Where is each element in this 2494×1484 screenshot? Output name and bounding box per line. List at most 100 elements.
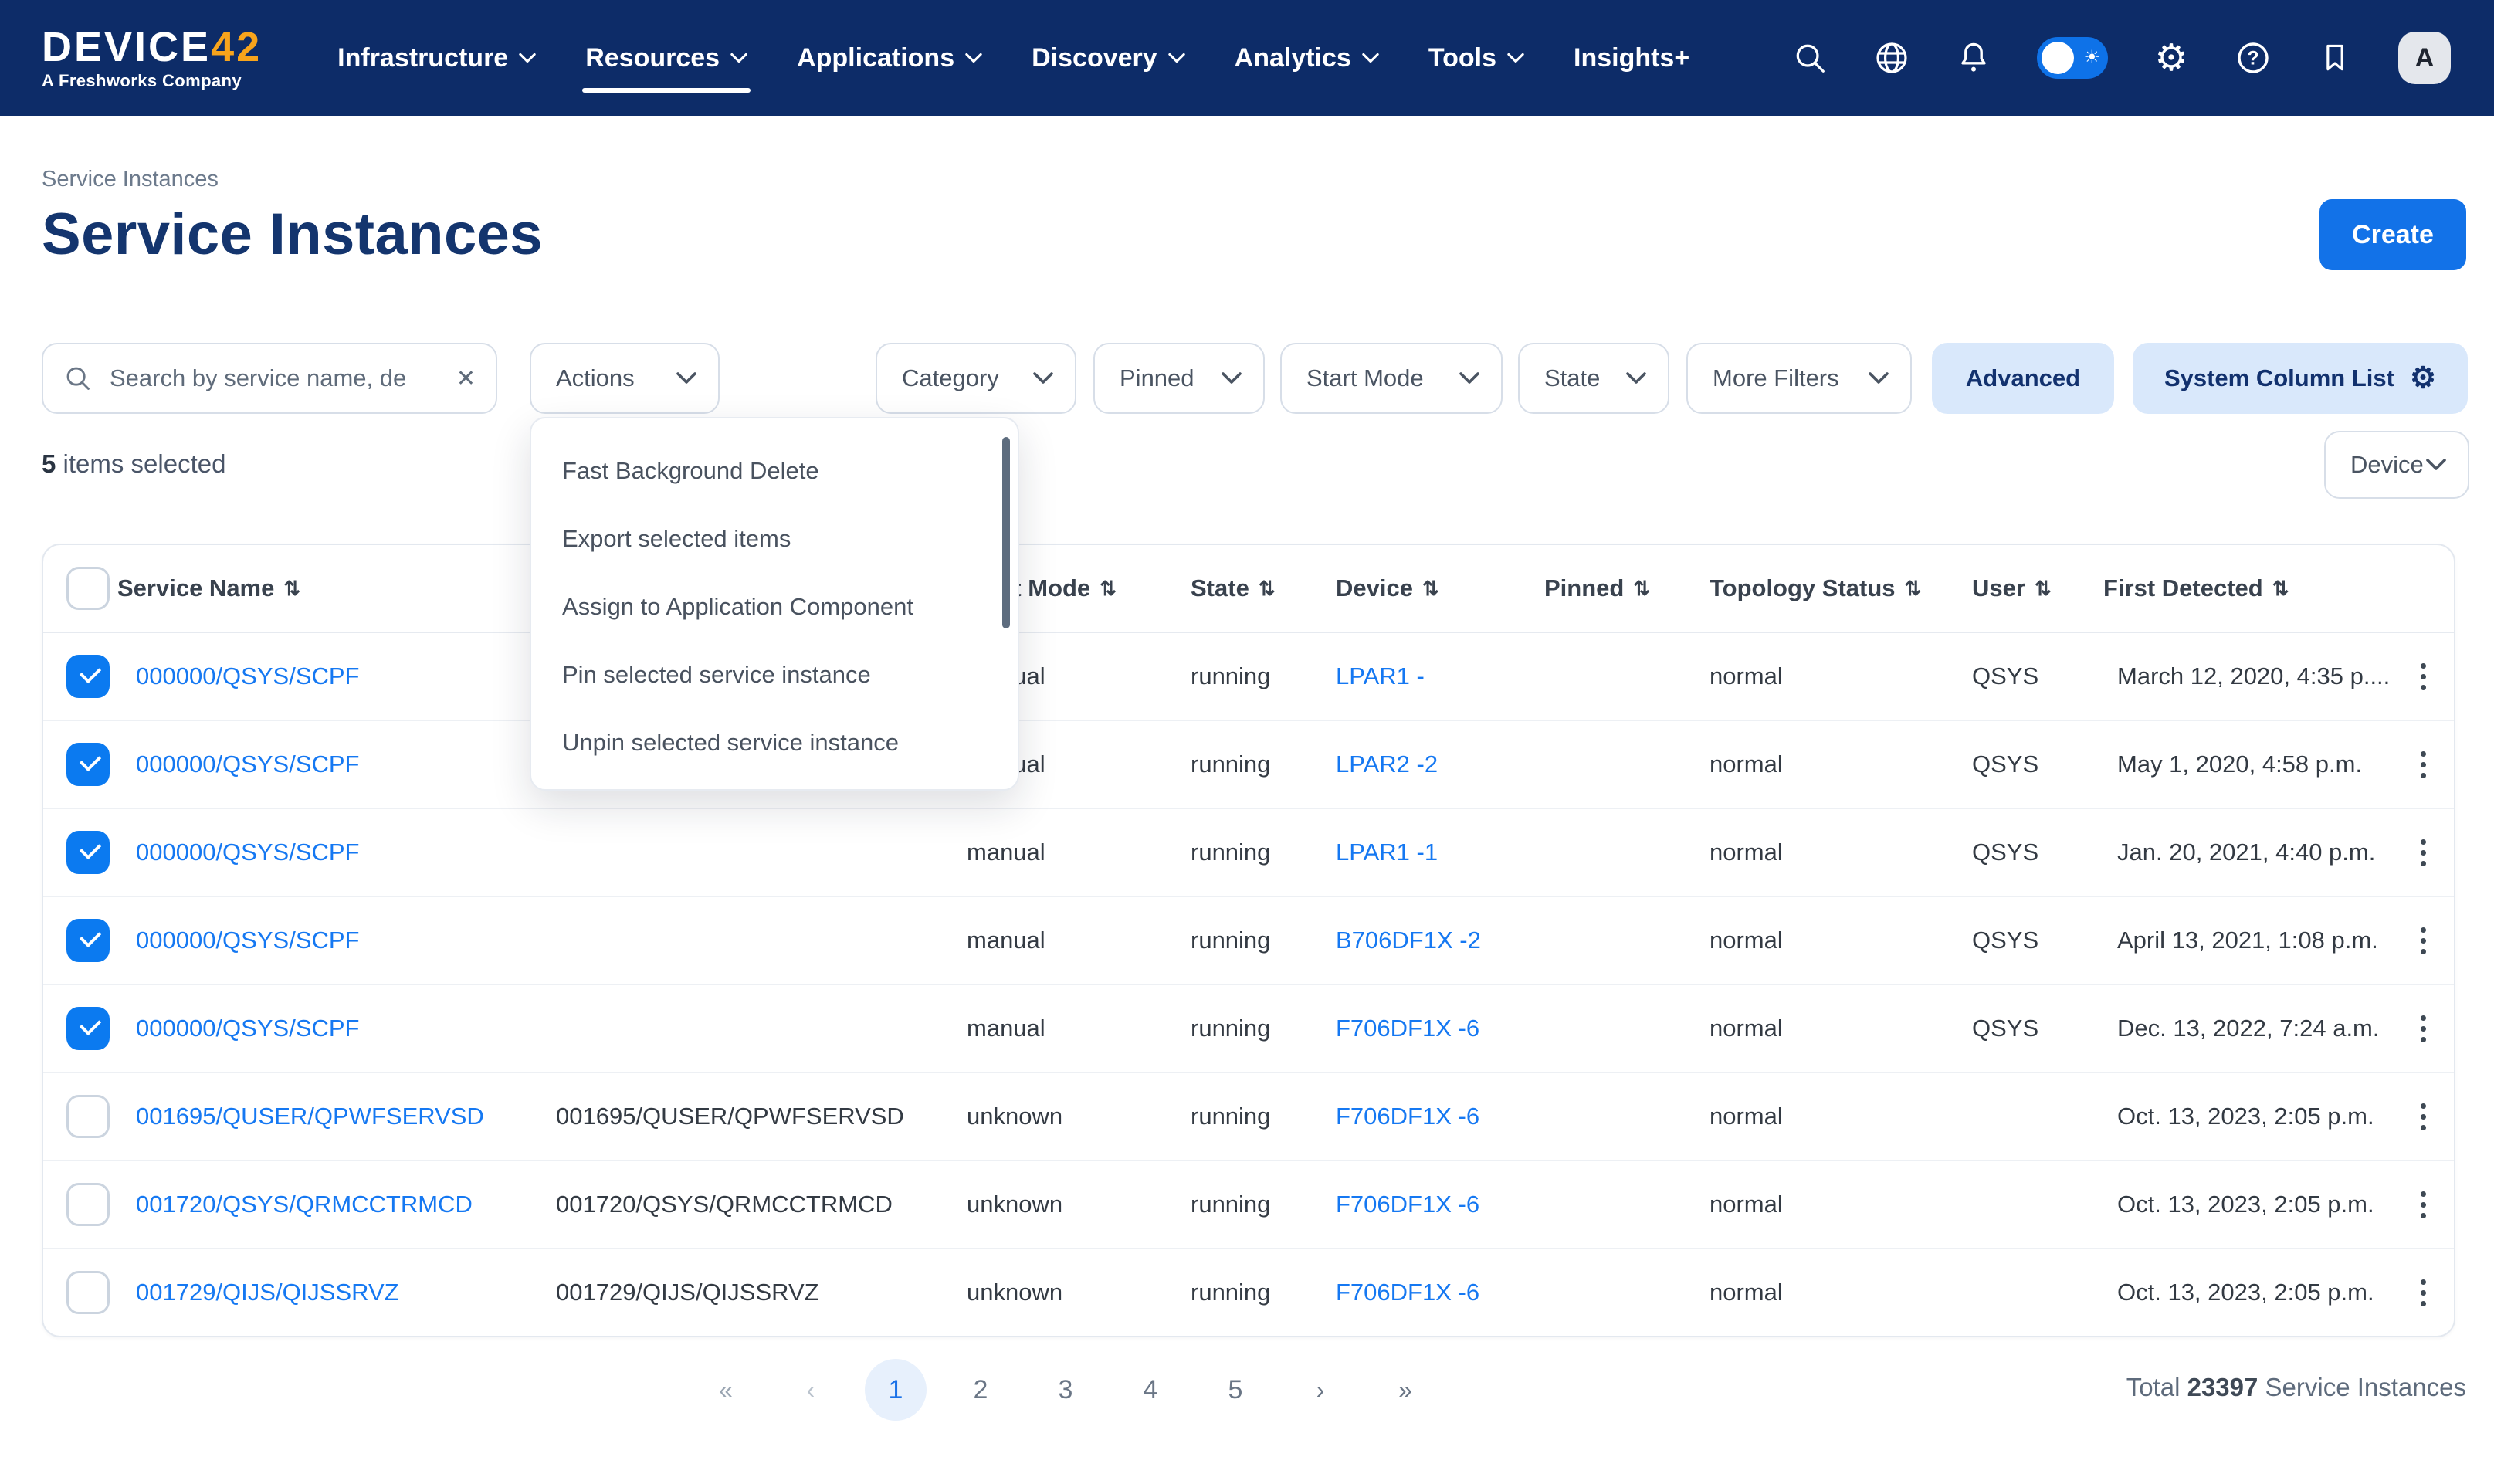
nav-item-insights[interactable]: Insights+ xyxy=(1549,0,1714,116)
row-menu-icon[interactable] xyxy=(2392,918,2454,964)
row-checkbox[interactable] xyxy=(66,919,110,962)
column-header-topology-status[interactable]: Topology Status⇅ xyxy=(1705,574,1967,602)
cell-device[interactable]: F706DF1X -6 xyxy=(1331,1279,1540,1306)
column-header-first-detected[interactable]: First Detected⇅ xyxy=(2099,574,2392,602)
cell-first_detected: March 12, 2020, 4:35 p.... xyxy=(2099,662,2392,690)
nav-item-infrastructure[interactable]: Infrastructure xyxy=(313,0,561,116)
select-all-checkbox[interactable] xyxy=(66,567,110,610)
cell-device[interactable]: LPAR2 -2 xyxy=(1331,750,1540,778)
cell-name[interactable]: 000000/QSYS/SCPF xyxy=(113,1015,556,1042)
clear-search-icon[interactable]: ✕ xyxy=(452,362,480,395)
nav-item-discovery[interactable]: Discovery xyxy=(1007,0,1210,116)
pagination-page-3[interactable]: 3 xyxy=(1035,1359,1096,1421)
nav-item-label: Tools xyxy=(1428,43,1496,73)
system-column-list-button[interactable]: System Column List ⚙ xyxy=(2133,343,2468,414)
pagination-next[interactable]: › xyxy=(1289,1359,1351,1421)
pagination-page-5[interactable]: 5 xyxy=(1205,1359,1266,1421)
user-avatar[interactable]: A xyxy=(2398,32,2451,84)
filter-category[interactable]: Category xyxy=(876,343,1076,414)
row-menu-icon[interactable] xyxy=(2392,1270,2454,1316)
row-menu-icon[interactable] xyxy=(2392,1006,2454,1052)
row-checkbox[interactable] xyxy=(66,1095,110,1138)
device42-logo[interactable]: DEVICE42 A Freshworks Company xyxy=(42,26,262,90)
cell-device[interactable]: F706DF1X -6 xyxy=(1331,1015,1540,1042)
create-button[interactable]: Create xyxy=(2319,199,2466,270)
pagination-page-1[interactable]: 1 xyxy=(865,1359,927,1421)
help-icon[interactable]: ? xyxy=(2235,39,2272,76)
column-header-service-name[interactable]: Service Name⇅ xyxy=(113,574,556,602)
filter-more-filters[interactable]: More Filters xyxy=(1686,343,1912,414)
cell-name[interactable]: 000000/QSYS/SCPF xyxy=(113,662,556,690)
pagination-page-2[interactable]: 2 xyxy=(950,1359,1011,1421)
nav-item-label: Discovery xyxy=(1032,43,1157,73)
row-checkbox[interactable] xyxy=(66,1271,110,1314)
actions-dropdown-button[interactable]: Actions xyxy=(530,343,720,414)
filter-label: Category xyxy=(902,364,999,392)
nav-item-label: Resources xyxy=(585,43,720,73)
sort-icon: ⇅ xyxy=(1905,577,1922,601)
pagination-first[interactable]: « xyxy=(695,1359,757,1421)
pagination-previous[interactable]: ‹ xyxy=(780,1359,842,1421)
table-row: 001695/QUSER/QPWFSERVSD001695/QUSER/QPWF… xyxy=(43,1073,2454,1161)
cell-name[interactable]: 000000/QSYS/SCPF xyxy=(113,839,556,866)
gear-icon[interactable]: ⚙ xyxy=(2153,39,2190,76)
menu-item-assign-to-application-component[interactable]: Assign to Application Component xyxy=(531,573,1018,641)
column-header-pinned[interactable]: Pinned⇅ xyxy=(1540,574,1705,602)
cell-device[interactable]: F706DF1X -6 xyxy=(1331,1103,1540,1130)
cell-name[interactable]: 000000/QSYS/SCPF xyxy=(113,927,556,954)
row-menu-icon[interactable] xyxy=(2392,1094,2454,1140)
actions-menu: Fast Background DeleteExport selected it… xyxy=(530,417,1019,791)
pagination-page-4[interactable]: 4 xyxy=(1120,1359,1181,1421)
nav-item-resources[interactable]: Resources xyxy=(561,0,772,116)
row-checkbox[interactable] xyxy=(66,743,110,786)
cell-device[interactable]: LPAR1 -1 xyxy=(1331,839,1540,866)
cell-device[interactable]: LPAR1 - xyxy=(1331,662,1540,690)
toggle-knob xyxy=(2042,42,2074,74)
cell-name[interactable]: 000000/QSYS/SCPF xyxy=(113,750,556,778)
row-checkbox[interactable] xyxy=(66,1007,110,1050)
cell-name[interactable]: 001720/QSYS/QRMCCTRMCD xyxy=(113,1191,556,1218)
table-row: 000000/QSYS/SCPFmanualrunningB706DF1X -2… xyxy=(43,897,2454,985)
row-select-cell xyxy=(43,743,113,786)
menu-item-pin-selected-service-instance[interactable]: Pin selected service instance xyxy=(531,641,1018,709)
cell-name[interactable]: 001729/QIJS/QIJSSRVZ xyxy=(113,1279,556,1306)
nav-item-applications[interactable]: Applications xyxy=(772,0,1007,116)
device-view-select[interactable]: Device xyxy=(2324,431,2469,499)
cell-state: running xyxy=(1186,1103,1331,1130)
menu-scrollbar[interactable] xyxy=(1002,437,1010,628)
cell-device[interactable]: B706DF1X -2 xyxy=(1331,927,1540,954)
pagination-last[interactable]: » xyxy=(1374,1359,1436,1421)
column-header-device[interactable]: Device⇅ xyxy=(1331,574,1540,602)
filter-state[interactable]: State xyxy=(1518,343,1669,414)
filter-label: Pinned xyxy=(1120,364,1194,392)
filter-pinned[interactable]: Pinned xyxy=(1093,343,1265,414)
column-header-state[interactable]: State⇅ xyxy=(1186,574,1331,602)
row-menu-icon[interactable] xyxy=(2392,830,2454,876)
row-menu-icon[interactable] xyxy=(2392,654,2454,700)
nav-item-tools[interactable]: Tools xyxy=(1404,0,1549,116)
cell-topology_status: normal xyxy=(1705,662,1967,690)
row-checkbox[interactable] xyxy=(66,831,110,874)
menu-item-export-selected-items[interactable]: Export selected items xyxy=(531,505,1018,573)
advanced-button[interactable]: Advanced xyxy=(1932,343,2114,414)
bell-icon[interactable] xyxy=(1955,39,1992,76)
column-header-user[interactable]: User⇅ xyxy=(1967,574,2099,602)
cell-device[interactable]: F706DF1X -6 xyxy=(1331,1191,1540,1218)
globe-icon[interactable] xyxy=(1873,39,1910,76)
filter-start-mode[interactable]: Start Mode xyxy=(1280,343,1503,414)
menu-item-fast-background-delete[interactable]: Fast Background Delete xyxy=(531,437,1018,505)
menu-item-unpin-selected-service-instance[interactable]: Unpin selected service instance xyxy=(531,709,1018,777)
cell-name[interactable]: 001695/QUSER/QPWFSERVSD xyxy=(113,1103,556,1130)
nav-item-analytics[interactable]: Analytics xyxy=(1210,0,1404,116)
row-checkbox[interactable] xyxy=(66,1183,110,1226)
row-menu-icon[interactable] xyxy=(2392,1182,2454,1228)
sort-icon: ⇅ xyxy=(1633,577,1650,601)
search-input[interactable] xyxy=(107,363,452,394)
selection-label: items selected xyxy=(63,449,226,478)
search-icon[interactable] xyxy=(1791,39,1828,76)
row-checkbox[interactable] xyxy=(66,655,110,698)
theme-toggle[interactable]: ☀ xyxy=(2037,37,2108,79)
bookmark-icon[interactable] xyxy=(2316,39,2353,76)
row-menu-icon[interactable] xyxy=(2392,742,2454,788)
pagination: « ‹ 12345 › » xyxy=(695,1359,1436,1421)
